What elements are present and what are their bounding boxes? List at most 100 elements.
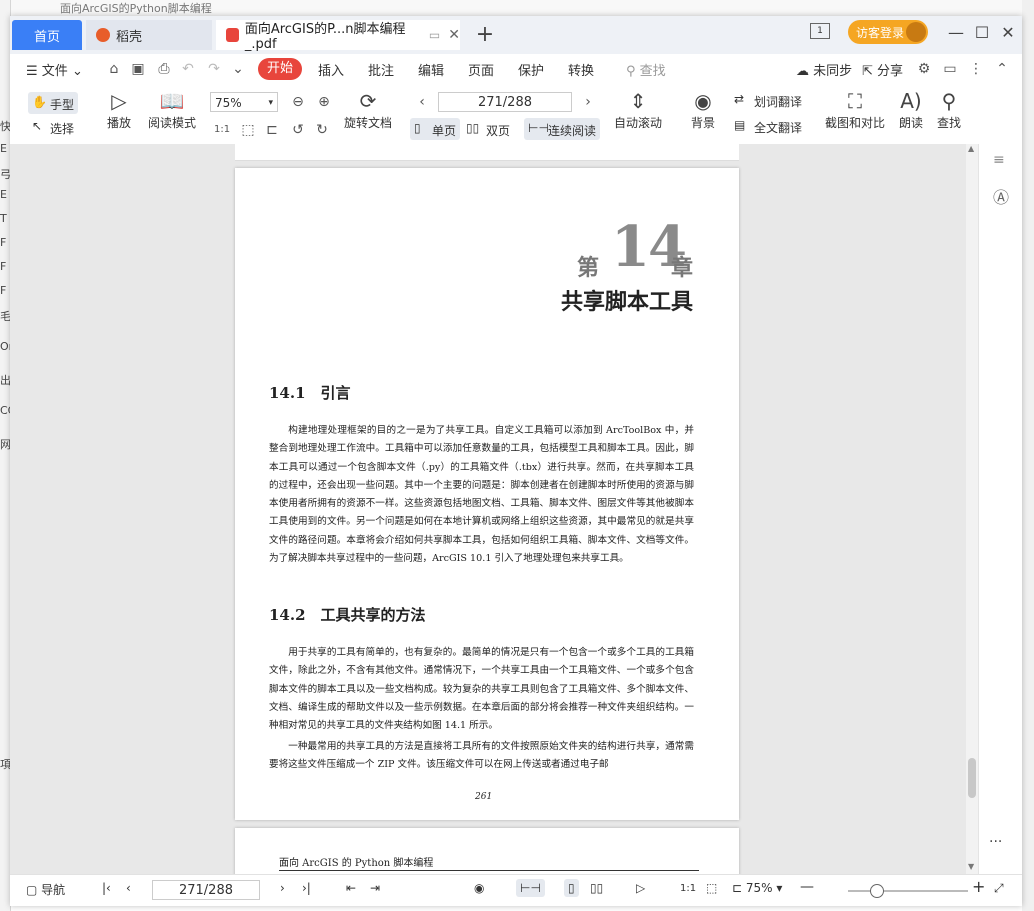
zoom-minus-icon[interactable]: — [800,879,814,895]
close-tab-icon[interactable]: ✕ [448,27,460,43]
scrollbar-thumb[interactable] [968,758,976,798]
menu-search[interactable]: ⚲ 查找 [626,60,666,79]
background-char: E [0,142,7,155]
undo-icon[interactable]: ↶ [180,61,196,77]
section-title: 14.2 工具共享的方法 [269,606,426,624]
fit-width-icon[interactable]: ⊏ [264,122,280,138]
prev-page-status-icon[interactable]: ‹ [126,881,131,895]
play-status-icon[interactable]: ▷ [636,881,645,895]
find-button[interactable]: ⚲ 查找 [934,88,964,131]
chapter-suffix: 章 [671,255,694,281]
settings-icon[interactable]: ⚙ [916,61,932,77]
background-button[interactable]: ◉ 背景 [686,88,720,131]
window-icon[interactable]: ▭ [429,28,440,42]
next-page-icon[interactable]: › [580,94,596,110]
zoom-slider-handle[interactable] [870,884,884,898]
running-head: 面向 ArcGIS 的 Python 脚本编程 [279,858,434,869]
sync-status[interactable]: ☁ 未同步 [796,60,852,79]
page-number-input[interactable]: 271/288 [438,92,572,112]
quick-access-dropdown-icon[interactable]: ⌄ [230,61,246,77]
back-icon[interactable]: ⇤ [346,881,356,895]
fit-width-status-icon: ⊏ [732,881,743,895]
redo-icon[interactable]: ↷ [206,61,222,77]
tab-document[interactable]: 面向ArcGIS的P...n脚本编程_.pdf ▭ ✕ [216,20,460,52]
rotate-right-icon[interactable]: ↻ [314,122,330,138]
next-page-status-icon[interactable]: › [280,881,285,895]
continuous-icon: ⊢⊣ [528,121,549,135]
comment-icon[interactable]: ▭ [942,61,958,77]
print-icon[interactable]: ⎙ [156,61,172,77]
zoom-slider-track[interactable] [848,890,968,892]
play-button[interactable]: ▷ 播放 [104,88,134,131]
hand-tool-button[interactable]: ✋ 手型 [28,92,78,114]
menu-convert[interactable]: 转换 [568,60,594,79]
auto-scroll-button[interactable]: ⇕ 自动滚动 [608,88,668,131]
continuous-status-icon[interactable]: ⊢⊣ [516,879,545,897]
select-tool-button[interactable]: ↖ 选择 [28,118,78,138]
zoom-select[interactable]: 75% ▾ [210,92,278,112]
prev-page-icon[interactable]: ‹ [414,94,430,110]
zoom-out-icon[interactable]: ⊖ [290,94,306,110]
word-translate-button[interactable]: ⇄ 划词翻译 [734,92,814,112]
zoom-in-icon[interactable]: ⊕ [316,94,332,110]
menu-page[interactable]: 页面 [468,60,494,79]
right-sidebar: ≡ Ⓐ ··· [978,144,1022,874]
single-page-status-icon[interactable]: ▯ [564,879,579,897]
menu-insert[interactable]: 插入 [318,60,344,79]
eye-care-icon[interactable]: ◉ [474,881,484,895]
tab-daoke[interactable]: 稻壳 [86,20,212,50]
actual-size-status-icon[interactable]: 1:1 [680,883,696,894]
zoom-status[interactable]: ⊏ 75% ▾ [732,881,782,895]
double-page-status-icon[interactable]: ▯▯ [590,881,603,895]
scroll-up-icon[interactable]: ▲ [968,144,974,153]
double-page-button[interactable]: ▯▯ 双页 [464,118,522,140]
ai-translate-icon[interactable]: Ⓐ [993,184,1009,208]
menu-start[interactable]: 开始 [258,58,302,80]
navigation-button[interactable]: ▢ 导航 [26,881,65,898]
continuous-read-button[interactable]: ⊢⊣ 连续阅读 [524,118,600,140]
page-indicator-icon[interactable]: 1 [810,23,830,39]
tab-home[interactable]: 首页 [12,20,82,50]
zoom-plus-icon[interactable]: + [972,877,985,896]
forward-icon[interactable]: ⇥ [370,881,380,895]
minimize-icon[interactable]: — [944,22,968,44]
close-window-icon[interactable]: ✕ [996,22,1020,44]
full-translate-button[interactable]: ▤ 全文翻译 [734,118,814,138]
fit-page-icon[interactable]: ⬚ [240,122,256,138]
last-page-icon[interactable]: ›| [302,881,311,895]
fullscreen-icon[interactable]: ⤢ [994,881,1004,896]
background-window-title: 面向ArcGIS的Python脚本编程 [60,2,212,15]
save-icon[interactable]: ▣ [130,61,146,77]
menu-protect[interactable]: 保护 [518,60,544,79]
continuous-label: 连续阅读 [548,124,597,138]
read-mode-button[interactable]: 📖 阅读模式 [144,88,200,131]
rotate-left-icon[interactable]: ↺ [290,122,306,138]
actual-size-icon[interactable]: 1:1 [214,122,230,138]
menu-annotate[interactable]: 批注 [368,60,394,79]
screenshot-compare-button[interactable]: ⛶ 截图和对比 [824,88,886,131]
first-page-icon[interactable]: |‹ [102,881,111,895]
paragraph: 构建地理处理框架的目的之一是为了共享工具。自定义工具箱可以添加到 ArcTool… [269,425,694,565]
fit-page-status-icon[interactable]: ⬚ [706,881,717,895]
new-tab-button[interactable]: + [472,22,498,48]
vertical-scrollbar[interactable]: ▲ ▼ [966,144,978,874]
page-number: 261 [475,792,493,802]
panel-lines-icon[interactable]: ≡ [993,152,1005,168]
find-label: 查找 [936,116,961,130]
sync-status-label: 未同步 [813,64,853,79]
scroll-down-icon[interactable]: ▼ [968,862,974,871]
login-button[interactable]: 访客登录 [848,20,928,44]
menu-edit[interactable]: 编辑 [418,60,444,79]
menu-file[interactable]: ☰ 文件 ⌄ [26,60,83,79]
share-button[interactable]: ⇱ 分享 [862,60,903,79]
rotate-document-button[interactable]: ⟳ 旋转文档 [342,88,394,131]
more-options-icon[interactable]: ⋮ [968,61,984,77]
collapse-ribbon-icon[interactable]: ⌃ [994,61,1010,77]
open-icon[interactable]: ⌂ [106,61,122,77]
read-aloud-button[interactable]: A) 朗读 [896,88,926,131]
more-icon[interactable]: ··· [989,834,1002,850]
single-page-button[interactable]: ▯ 单页 [410,118,460,140]
maximize-icon[interactable]: ☐ [970,22,994,44]
document-viewport[interactable]: 第 14 章 共享脚本工具 14.1 引言 构建地理处理框架的目的之一是为了共享… [10,144,1022,874]
status-page-input[interactable]: 271/288 [152,880,260,900]
